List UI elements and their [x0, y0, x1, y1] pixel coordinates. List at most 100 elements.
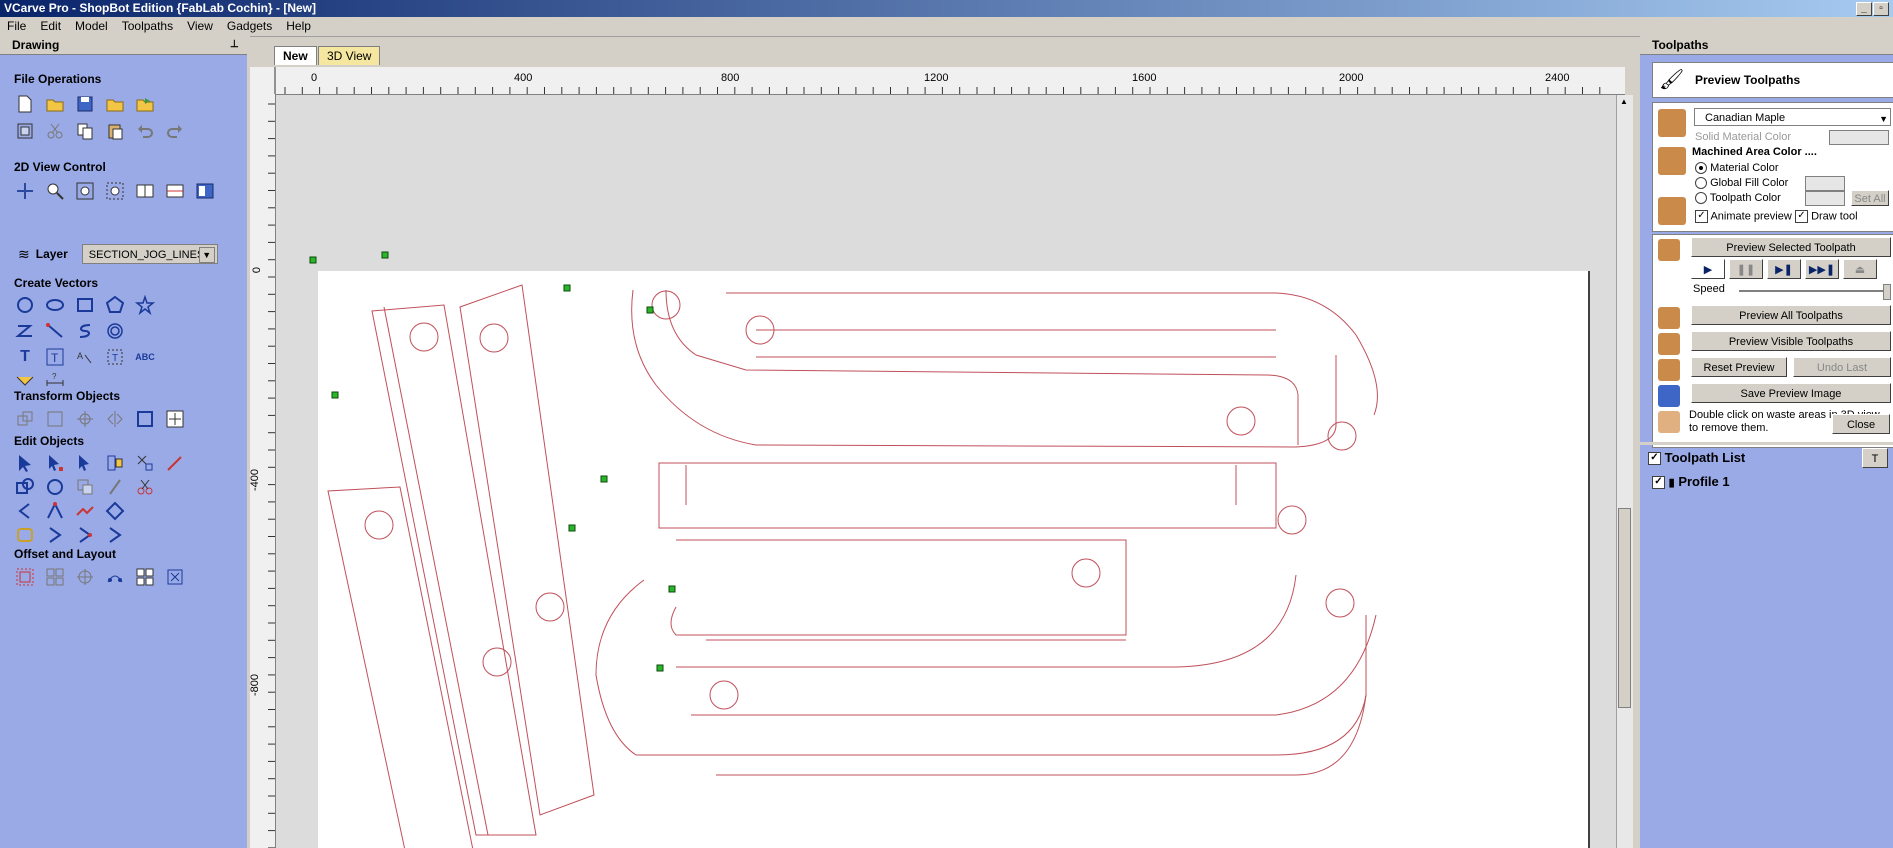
- break-icon[interactable]: [44, 524, 66, 546]
- mirror-icon[interactable]: [104, 408, 126, 430]
- redo-icon[interactable]: [164, 120, 186, 142]
- abc-text-icon[interactable]: ABC: [134, 346, 156, 368]
- draw-rectangle-icon[interactable]: [74, 294, 96, 316]
- draw-ellipse-icon[interactable]: [44, 294, 66, 316]
- tab-new[interactable]: New: [274, 46, 317, 65]
- weld-icon[interactable]: [14, 476, 36, 498]
- fillet-corner-icon[interactable]: [74, 524, 96, 546]
- menu-model[interactable]: Model: [68, 17, 115, 36]
- pin-icon[interactable]: ⊥: [230, 36, 239, 54]
- close-button[interactable]: Close: [1832, 414, 1890, 434]
- dimension-text-icon[interactable]: T: [104, 346, 126, 368]
- smart-tool-icon[interactable]: [164, 452, 186, 474]
- fillet-icon[interactable]: [104, 476, 126, 498]
- import-vectors-icon[interactable]: [104, 93, 126, 115]
- material-dropdown[interactable]: Canadian Maple ▼: [1694, 108, 1891, 126]
- circular-array-icon[interactable]: [74, 566, 96, 588]
- curve-fit-icon[interactable]: [44, 500, 66, 522]
- save-icon[interactable]: [74, 93, 96, 115]
- zoom-selection-icon[interactable]: [104, 180, 126, 202]
- copy-icon[interactable]: [74, 120, 96, 142]
- speed-slider-thumb[interactable]: [1883, 284, 1891, 300]
- menu-toolpaths[interactable]: Toolpaths: [115, 17, 180, 36]
- node-edit-icon[interactable]: [44, 452, 66, 474]
- toolpath-list-checkbox[interactable]: ✓: [1648, 452, 1661, 466]
- scroll-up-icon[interactable]: ▲: [1620, 97, 1628, 106]
- radio-global-fill-color[interactable]: Global Fill Color: [1695, 177, 1788, 190]
- close-vectors-icon[interactable]: [14, 524, 36, 546]
- play-button[interactable]: ▶: [1691, 259, 1725, 279]
- vertical-scrollbar[interactable]: ▲: [1616, 95, 1633, 848]
- preview-all-toolpaths-button[interactable]: Preview All Toolpaths: [1691, 305, 1891, 325]
- dogbone-icon[interactable]: [104, 524, 126, 546]
- view-grid-icon[interactable]: [164, 180, 186, 202]
- toolpath-row[interactable]: ✓ ▮ Profile 1: [1652, 474, 1730, 490]
- toolpath-drawing[interactable]: [276, 95, 1616, 848]
- move-icon[interactable]: [14, 408, 36, 430]
- interactive-select-icon[interactable]: [74, 452, 96, 474]
- draw-line-icon[interactable]: [44, 320, 66, 342]
- array-copy-icon[interactable]: [44, 566, 66, 588]
- restore-button[interactable]: ▫: [1873, 2, 1889, 16]
- reset-preview-button[interactable]: Reset Preview: [1691, 357, 1787, 377]
- drawing-canvas[interactable]: [276, 95, 1616, 848]
- view-material-icon[interactable]: [134, 180, 156, 202]
- animate-preview-checkbox[interactable]: ✓ Animate preview: [1695, 210, 1792, 223]
- menu-edit[interactable]: Edit: [33, 17, 68, 36]
- cut-icon[interactable]: [44, 120, 66, 142]
- trim-icon[interactable]: [134, 476, 156, 498]
- center-icon[interactable]: [164, 408, 186, 430]
- offset-icon[interactable]: [14, 566, 36, 588]
- draw-curve-icon[interactable]: [74, 320, 96, 342]
- toolpath-color-swatch[interactable]: [1805, 191, 1845, 206]
- ungroup-icon[interactable]: [134, 452, 156, 474]
- minimize-button[interactable]: _: [1856, 2, 1872, 16]
- open-file-icon[interactable]: [44, 93, 66, 115]
- menu-gadgets[interactable]: Gadgets: [220, 17, 279, 36]
- pause-button[interactable]: ❚❚: [1729, 259, 1763, 279]
- toolpath-visible-checkbox[interactable]: ✓: [1652, 476, 1665, 490]
- job-setup-icon[interactable]: [14, 120, 36, 142]
- set-all-button[interactable]: Set All: [1851, 190, 1889, 206]
- draw-tool-checkbox[interactable]: ✓ Draw tool: [1795, 210, 1858, 223]
- align-icon[interactable]: [44, 408, 66, 430]
- new-file-icon[interactable]: [14, 93, 36, 115]
- draw-text-icon[interactable]: T: [14, 346, 36, 368]
- join-vectors-icon[interactable]: [74, 500, 96, 522]
- intersect-icon[interactable]: [74, 476, 96, 498]
- radio-material-color[interactable]: Material Color: [1695, 162, 1779, 175]
- text-on-curve-icon[interactable]: T: [44, 346, 66, 368]
- scrollbar-thumb[interactable]: [1618, 508, 1631, 708]
- select-icon[interactable]: [14, 452, 36, 474]
- global-fill-swatch[interactable]: [1805, 176, 1845, 191]
- save-preview-image-button[interactable]: Save Preview Image: [1691, 383, 1891, 403]
- draw-star-icon[interactable]: [134, 294, 156, 316]
- copy-along-vectors-icon[interactable]: [104, 566, 126, 588]
- zoom-icon[interactable]: [44, 180, 66, 202]
- draw-spiral-icon[interactable]: [104, 320, 126, 342]
- layer-dropdown[interactable]: SECTION_JOG_LINES ▼: [81, 244, 218, 264]
- preview-selected-toolpath-button[interactable]: Preview Selected Toolpath: [1691, 237, 1891, 257]
- auto-layout-text-icon[interactable]: A: [74, 346, 96, 368]
- menu-view[interactable]: View: [180, 17, 220, 36]
- import-bitmap-icon[interactable]: [134, 93, 156, 115]
- radio-toolpath-color[interactable]: Toolpath Color: [1695, 192, 1781, 205]
- extend-icon[interactable]: [14, 500, 36, 522]
- pan-icon[interactable]: [14, 180, 36, 202]
- draw-polyline-icon[interactable]: [14, 320, 36, 342]
- menu-help[interactable]: Help: [279, 17, 318, 36]
- undo-icon[interactable]: [134, 120, 156, 142]
- toolpath-list-options-button[interactable]: T: [1862, 448, 1888, 468]
- nesting-icon[interactable]: [134, 566, 156, 588]
- offset-vectors-icon[interactable]: [104, 500, 126, 522]
- paste-icon[interactable]: [104, 120, 126, 142]
- undo-last-button[interactable]: Undo Last: [1793, 357, 1891, 377]
- subtract-icon[interactable]: [44, 476, 66, 498]
- distort-icon[interactable]: [134, 408, 156, 430]
- speed-slider[interactable]: [1739, 290, 1889, 292]
- scale-icon[interactable]: [74, 408, 96, 430]
- draw-polygon-icon[interactable]: [104, 294, 126, 316]
- step-forward-button[interactable]: ▶❚: [1767, 259, 1801, 279]
- preview-visible-toolpaths-button[interactable]: Preview Visible Toolpaths: [1691, 331, 1891, 351]
- eject-button[interactable]: ⏏: [1843, 259, 1877, 279]
